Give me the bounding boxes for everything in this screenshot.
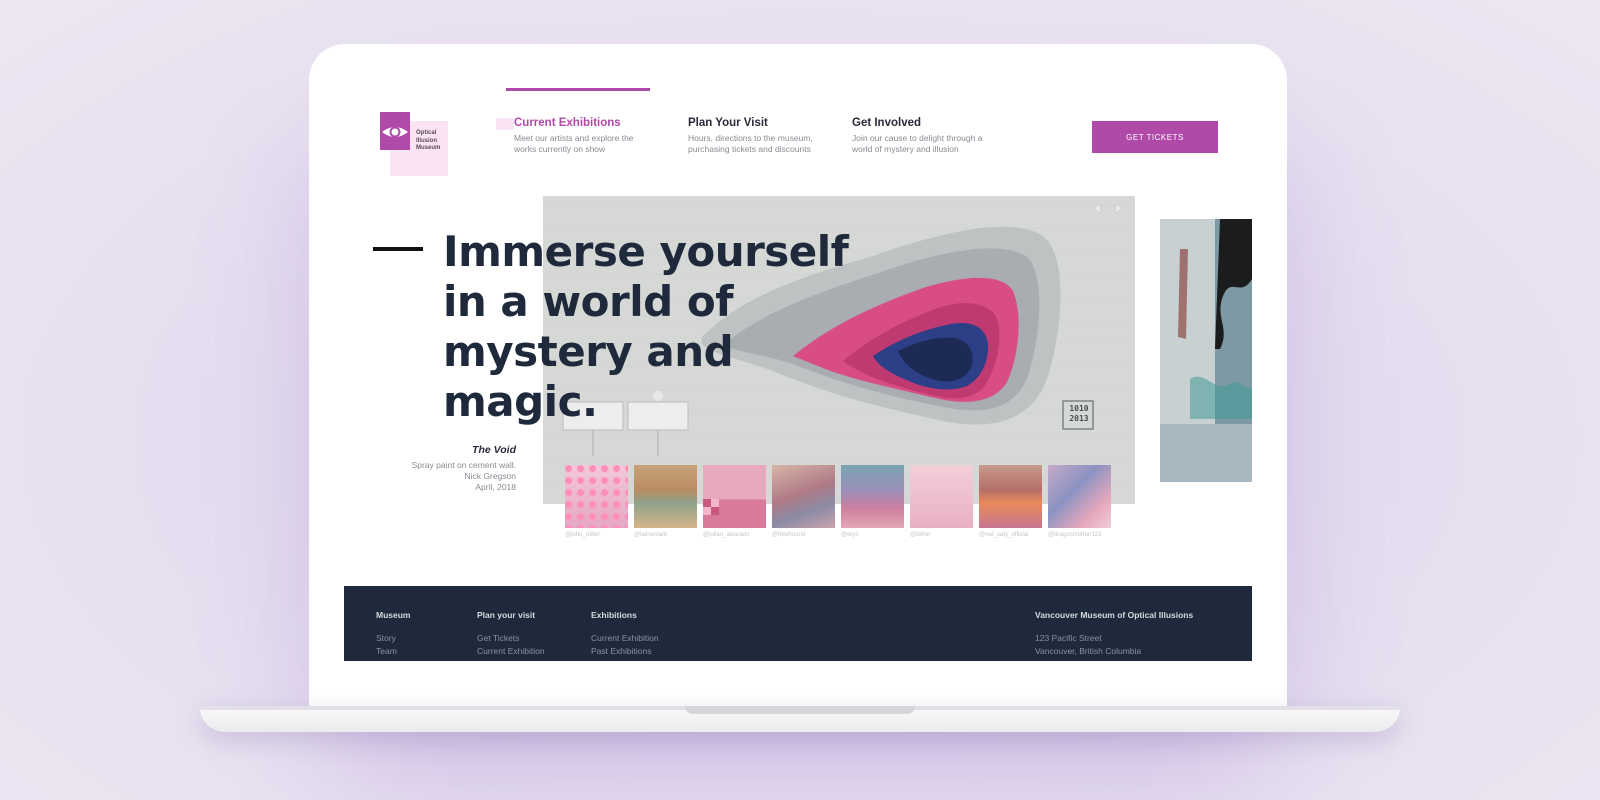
nav-active-indicator — [506, 88, 650, 91]
footer-link-current-exhibition[interactable]: Current Exhibition — [591, 632, 659, 645]
logo-name-line2: Illusion — [416, 137, 437, 144]
thumbnail-4[interactable] — [772, 465, 835, 528]
nav-item-title: Current Exhibitions — [496, 117, 664, 130]
thumbnail-2[interactable] — [634, 465, 697, 528]
wall-tag-line2: 2013 — [1069, 414, 1089, 423]
slider-prev-arrow-icon[interactable]: ‹ — [1091, 202, 1105, 216]
logo-name-line1: Optical — [416, 130, 437, 136]
nav-item-description: Join our cause to delight through a worl… — [852, 133, 983, 154]
thumbnail-handle: @lalinestark — [634, 532, 668, 538]
footer-heading: Exhibitions — [591, 610, 637, 620]
thumbnail-handle: @bithin — [910, 532, 931, 538]
side-image-illustration — [1160, 219, 1252, 482]
nav-item-description: Hours, directions to the museum, purchas… — [688, 133, 813, 154]
hero-headline: Immerse yourself in a world of mystery a… — [443, 227, 849, 426]
eye-icon — [382, 126, 408, 138]
nav-item-get-involved[interactable]: Get Involved Join our cause to delight t… — [852, 117, 1002, 155]
artwork-title: The Void — [472, 444, 516, 456]
footer-address-city: Vancouver, British Columbia — [1035, 645, 1142, 656]
footer-col-exhibitions: Exhibitions Current Exhibition Past Exhi… — [591, 610, 659, 657]
footer-heading: Museum — [376, 610, 411, 620]
footer-heading: Vancouver Museum of Optical Illusions — [1035, 610, 1194, 620]
slider-next-arrow-icon[interactable]: › — [1111, 202, 1125, 216]
nav-item-title: Get Involved — [852, 117, 922, 129]
footer-link-story[interactable]: Story — [376, 632, 410, 645]
thumbnail-handle: @erys — [841, 532, 859, 538]
thumbnail-handle: @dragonmother123 — [1048, 532, 1102, 538]
footer-link-get-tickets[interactable]: Get Tickets — [477, 632, 545, 645]
footer-col-address: Vancouver Museum of Optical Illusions 12… — [1035, 610, 1193, 657]
footer-link-current-exhibition[interactable]: Current Exhibition — [477, 645, 545, 658]
thumbnail-3[interactable] — [703, 465, 766, 528]
artwork-date: April, 2018 — [475, 482, 516, 492]
wall-tag-line1: 1010 — [1069, 404, 1089, 413]
thumbnail-handle: @freehound — [772, 532, 806, 538]
thumbnail-8[interactable] — [1048, 465, 1111, 528]
footer-link-team[interactable]: Team — [376, 645, 410, 658]
thumbnail-handle: @john_miller — [565, 532, 601, 538]
nav-item-title: Plan Your Visit — [688, 117, 768, 129]
thumbnail-7[interactable] — [979, 465, 1042, 528]
get-tickets-button[interactable]: GET TICKETS — [1092, 121, 1218, 153]
nav-item-current-exhibitions[interactable]: Current Exhibitions Meet our artists and… — [496, 117, 664, 155]
headline-dash — [373, 247, 423, 251]
footer-col-museum: Museum Story Team — [376, 610, 410, 657]
logo-name-line3: Museum — [416, 145, 441, 151]
next-slide-preview-image[interactable] — [1160, 219, 1252, 482]
nav-highlight — [496, 118, 514, 130]
thumbnail-1[interactable] — [565, 465, 628, 528]
wall-tag: 1010 2013 — [1067, 404, 1091, 424]
footer-col-plan: Plan your visit Get Tickets Current Exhi… — [477, 610, 545, 657]
laptop-notch — [685, 706, 915, 714]
thumbnail-handle: @julian_alvarado — [703, 532, 750, 538]
museum-website: Optical Illusion Museum Current Exhibiti… — [309, 44, 1287, 719]
thumbnail-handle: @red_lady_official — [979, 532, 1029, 538]
thumbnail-6[interactable] — [910, 465, 973, 528]
site-footer: Museum Story Team Plan your visit Get Ti… — [344, 586, 1252, 661]
artwork-medium: Spray paint on cement wall. — [411, 460, 516, 470]
footer-link-past-exhibitions[interactable]: Past Exhibitions — [591, 645, 659, 658]
footer-heading: Plan your visit — [477, 610, 536, 620]
artwork-caption: The Void Spray paint on cement wall. Nic… — [369, 444, 516, 493]
footer-address-street: 123 Pacific Street — [1035, 633, 1102, 643]
nav-item-description: Meet our artists and explore the works c… — [514, 133, 634, 154]
laptop-screen: Optical Illusion Museum Current Exhibiti… — [309, 44, 1287, 719]
thumbnail-5[interactable] — [841, 465, 904, 528]
nav-item-plan-your-visit[interactable]: Plan Your Visit Hours, directions to the… — [688, 117, 838, 155]
artwork-artist: Nick Gregson — [464, 471, 517, 481]
nav-title-text: Current Exhibitions — [514, 117, 621, 129]
logo-text: Optical Illusion Museum — [416, 130, 440, 153]
laptop-base — [200, 706, 1400, 732]
